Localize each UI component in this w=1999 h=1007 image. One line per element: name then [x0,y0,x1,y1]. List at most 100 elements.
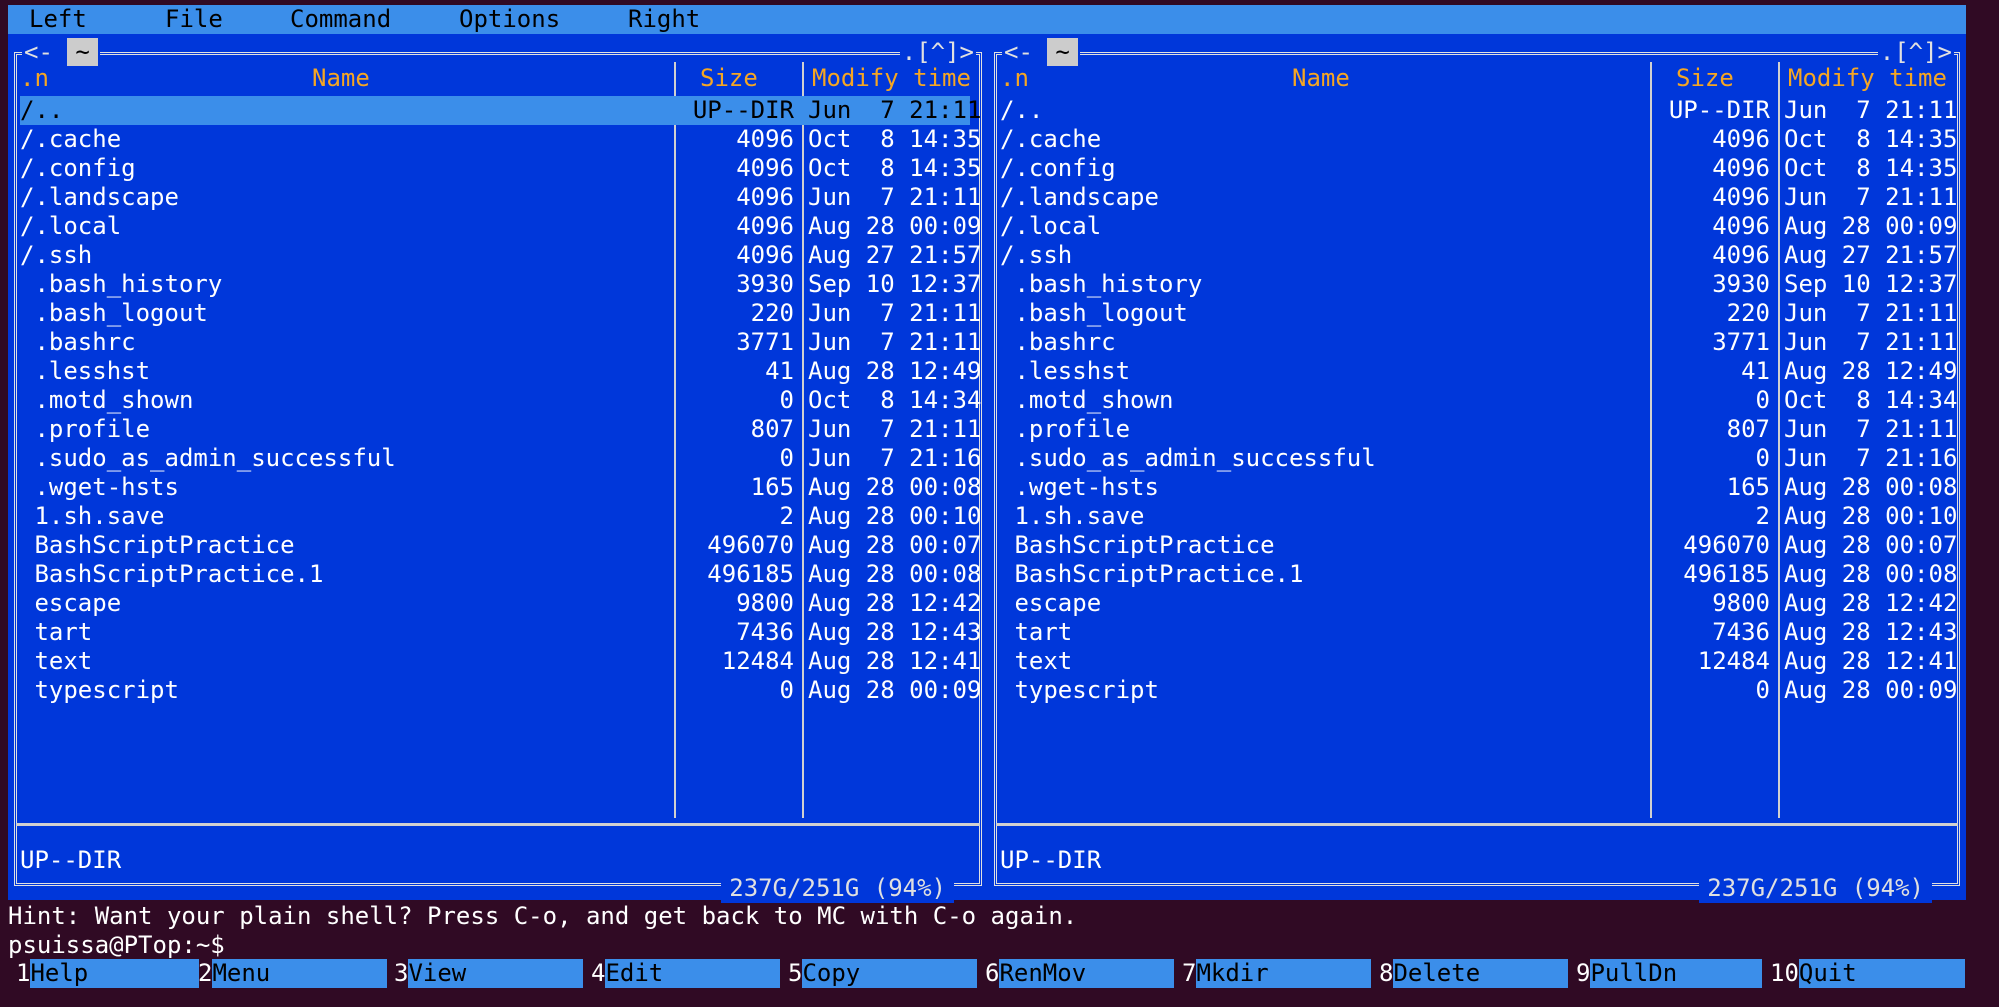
file-row[interactable]: BashScriptPractice.1 496185 Aug 28 00:08 [20,560,981,589]
file-row[interactable]: 1.sh.save 2 Aug 28 00:10 [1000,502,1957,531]
fkey-label: Help [30,959,200,988]
file-row[interactable]: tart 7436 Aug 28 12:43 [20,618,981,647]
file-row[interactable]: .bash_history 3930 Sep 10 12:37 [1000,270,1957,299]
size-column-header[interactable]: Size [700,64,758,93]
file-row[interactable]: .sudo_as_admin_successful 0 Jun 7 21:16 [1000,444,1957,473]
file-row[interactable]: /.config 4096 Oct 8 14:35 [20,154,981,183]
file-name: .motd_shown [1000,386,1174,414]
file-row[interactable]: .profile 807 Jun 7 21:11 [20,415,981,444]
fkey-menu[interactable]: 2Menu [198,959,388,988]
file-row[interactable]: /.landscape 4096 Jun 7 21:11 [1000,183,1957,212]
file-row[interactable]: .bash_logout 220 Jun 7 21:11 [1000,299,1957,328]
right-panel[interactable]: <- ~ .[^]> .n Name Size Modify time /.. UP--DIR… [992,38,1962,903]
sort-order-header[interactable]: .n [20,64,49,93]
file-row[interactable]: /.landscape 4096 Jun 7 21:11 [20,183,981,212]
menu-right[interactable]: Right [628,5,700,34]
fkey-mkdir[interactable]: 7Mkdir [1182,959,1372,988]
file-row[interactable]: .profile 807 Jun 7 21:11 [1000,415,1957,444]
fkey-quit[interactable]: 10Quit [1770,959,1965,988]
file-row[interactable]: .bashrc 3771 Jun 7 21:11 [20,328,981,357]
menu-left[interactable]: Left [29,5,87,34]
file-size: 41 [765,357,794,385]
menu-options[interactable]: Options [459,5,560,34]
modify-time-column-header[interactable]: Modify time [812,64,971,93]
panel-title-arrow[interactable]: <- [24,38,53,66]
file-row[interactable]: typescript 0 Aug 28 00:09 [1000,676,1957,705]
fkey-edit[interactable]: 4Edit [591,959,781,988]
file-row[interactable]: .sudo_as_admin_successful 0 Jun 7 21:16 [20,444,981,473]
menu-file[interactable]: File [165,5,223,34]
file-name: /.. [1000,96,1044,124]
file-row[interactable]: /.local 4096 Aug 28 00:09 [1000,212,1957,241]
name-column-header[interactable]: Name [312,64,370,93]
file-name: .motd_shown [20,386,194,414]
panel-title-arrow[interactable]: <- [1004,38,1033,66]
file-row[interactable]: text 12484 Aug 28 12:41 [1000,647,1957,676]
file-row[interactable]: escape 9800 Aug 28 12:42 [1000,589,1957,618]
file-row[interactable]: .bash_history 3930 Sep 10 12:37 [20,270,981,299]
file-row[interactable]: 1.sh.save 2 Aug 28 00:10 [20,502,981,531]
fkey-help[interactable]: 1Help [16,959,200,988]
file-size: 4096 [1712,241,1770,269]
menu-bar: Left File Command Options Right [8,5,1966,34]
file-row[interactable]: BashScriptPractice 496070 Aug 28 00:07 [1000,531,1957,560]
file-modify-time: Jun 7 21:11 [1784,328,1958,356]
fkey-number: 2 [198,959,213,987]
fkey-label: Copy [802,959,978,988]
file-row[interactable]: tart 7436 Aug 28 12:43 [1000,618,1957,647]
file-row[interactable]: text 12484 Aug 28 12:41 [20,647,981,676]
file-modify-time: Aug 28 12:41 [1784,647,1958,675]
file-modify-time: Jun 7 21:11 [808,183,982,211]
file-row[interactable]: .motd_shown 0 Oct 8 14:34 [1000,386,1957,415]
fkey-pulldn[interactable]: 9PullDn [1576,959,1763,988]
sort-order-header[interactable]: .n [1000,64,1029,93]
fkey-copy[interactable]: 5Copy [788,959,978,988]
file-modify-time: Aug 27 21:57 [808,241,982,269]
mini-status: UP--DIR [20,846,122,874]
hint-line: Hint: Want your plain shell? Press C-o, … [8,902,1078,930]
file-row[interactable]: .bash_logout 220 Jun 7 21:11 [20,299,981,328]
file-row[interactable]: /.cache 4096 Oct 8 14:35 [20,125,981,154]
file-row[interactable]: escape 9800 Aug 28 12:42 [20,589,981,618]
fkey-renmov[interactable]: 6RenMov [985,959,1175,988]
file-name: BashScriptPractice.1 [20,560,324,588]
file-size: UP--DIR [692,96,794,124]
panel-controls[interactable]: .[^]> [899,38,976,66]
file-size: 12484 [1697,647,1770,675]
shell-prompt[interactable]: psuissa@PTop:~$ [8,931,225,960]
file-row[interactable]: .wget-hsts 165 Aug 28 00:08 [1000,473,1957,502]
fkey-view[interactable]: 3View [394,959,584,988]
file-row[interactable]: BashScriptPractice.1 496185 Aug 28 00:08 [1000,560,1957,589]
fkey-delete[interactable]: 8Delete [1379,959,1569,988]
file-row[interactable]: .lesshst 41 Aug 28 12:49 [1000,357,1957,386]
fkey-number: 6 [985,959,1000,987]
file-size: 4096 [736,212,794,240]
file-row[interactable]: .motd_shown 0 Oct 8 14:34 [20,386,981,415]
file-row[interactable]: /.. UP--DIR Jun 7 21:11 [1000,96,1957,125]
midnight-commander-window: Left File Command Options Right <- ~ .[^]… [8,0,1966,1007]
file-modify-time: Jun 7 21:11 [808,96,982,124]
file-row[interactable]: .bashrc 3771 Jun 7 21:11 [1000,328,1957,357]
file-row[interactable]: .lesshst 41 Aug 28 12:49 [20,357,981,386]
fkey-number: 7 [1182,959,1197,987]
file-row[interactable]: /.config 4096 Oct 8 14:35 [1000,154,1957,183]
file-row[interactable]: /.ssh 4096 Aug 27 21:57 [1000,241,1957,270]
file-size: 220 [1726,299,1770,327]
file-name: .sudo_as_admin_successful [1000,444,1376,472]
left-panel[interactable]: <- ~ .[^]> .n Name Size Modify time /.. UP--DIR… [12,38,984,903]
file-row[interactable]: .wget-hsts 165 Aug 28 00:08 [20,473,981,502]
panel-controls[interactable]: .[^]> [1877,38,1954,66]
file-row[interactable]: /.local 4096 Aug 28 00:09 [20,212,981,241]
file-row[interactable]: /.. UP--DIR Jun 7 21:11 [20,96,981,125]
file-row[interactable]: /.cache 4096 Oct 8 14:35 [1000,125,1957,154]
menu-command[interactable]: Command [290,5,391,34]
file-row[interactable]: /.ssh 4096 Aug 27 21:57 [20,241,981,270]
file-modify-time: Oct 8 14:35 [808,125,982,153]
size-column-header[interactable]: Size [1676,64,1734,93]
file-size: 12484 [721,647,794,675]
modify-time-column-header[interactable]: Modify time [1788,64,1947,93]
name-column-header[interactable]: Name [1292,64,1350,93]
file-row[interactable]: typescript 0 Aug 28 00:09 [20,676,981,705]
file-row[interactable]: BashScriptPractice 496070 Aug 28 00:07 [20,531,981,560]
file-size: 4096 [1712,212,1770,240]
